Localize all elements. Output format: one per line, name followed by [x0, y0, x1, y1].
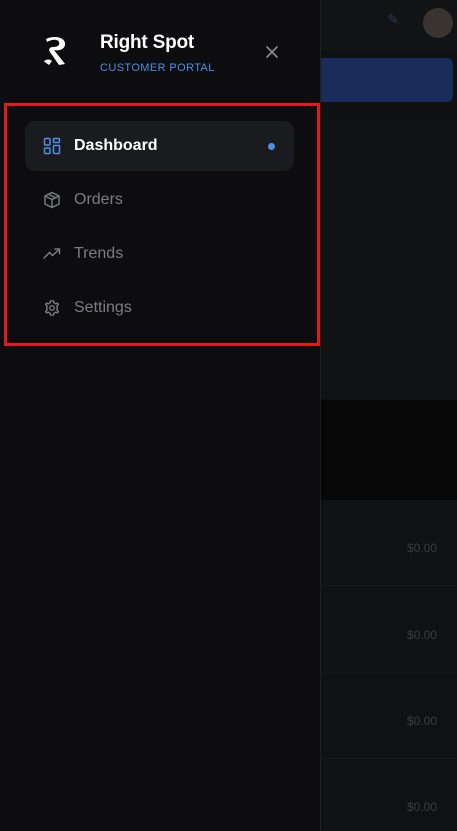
row-divider	[321, 672, 457, 673]
close-icon	[266, 46, 278, 58]
sidebar-drawer: Right Spot CUSTOMER PORTAL Dashboard Ord…	[0, 0, 321, 831]
price-value: $0.00	[406, 541, 437, 555]
background-card	[321, 118, 457, 398]
brand: Right Spot CUSTOMER PORTAL	[40, 30, 300, 74]
highlight-annotation	[4, 103, 320, 346]
edit-icon: ✎	[387, 12, 399, 28]
price-value: $0.00	[406, 800, 437, 814]
background-band	[321, 400, 457, 500]
background-banner	[321, 58, 453, 102]
row-divider	[321, 758, 457, 759]
background-content: ✎ $0.00 $0.00 $0.00 $0.00	[321, 0, 457, 831]
background-list: $0.00 $0.00 $0.00 $0.00	[321, 500, 457, 831]
app-window: ✎ $0.00 $0.00 $0.00 $0.00 Right Spot CUS…	[0, 0, 457, 831]
brand-subtitle: CUSTOMER PORTAL	[100, 62, 215, 74]
brand-name: Right Spot	[100, 32, 195, 53]
close-button[interactable]	[262, 42, 282, 62]
background-header: ✎	[321, 0, 457, 50]
price-value: $0.00	[406, 714, 437, 728]
avatar	[423, 8, 453, 38]
price-value: $0.00	[406, 628, 437, 642]
right-spot-logo-icon	[40, 34, 72, 68]
row-divider	[321, 585, 457, 586]
